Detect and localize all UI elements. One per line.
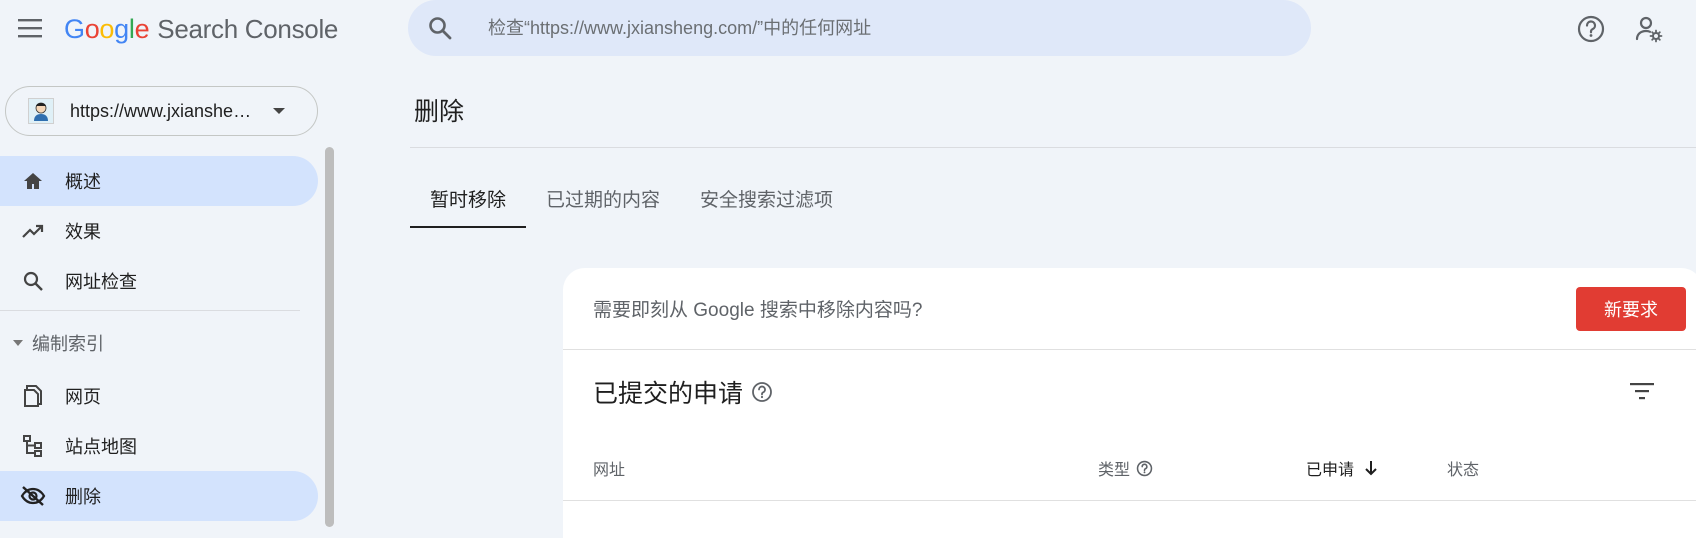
filter-button[interactable]: [1623, 372, 1661, 410]
sidebar-item-url-inspection[interactable]: 网址检查: [0, 256, 318, 306]
new-request-banner: 需要即刻从 Google 搜索中移除内容吗? 新要求: [563, 268, 1696, 350]
property-url: https://www.jxiansheng.com/: [70, 100, 260, 121]
removal-tabs: 暂时移除 已过期的内容 安全搜索过滤项: [410, 168, 853, 228]
product-name: Search Console: [157, 13, 339, 44]
sitemap-icon: [17, 430, 49, 462]
sidebar-item-pages[interactable]: 网页: [0, 371, 318, 421]
title-divider: [410, 147, 1696, 148]
google-search-console-logo[interactable]: Google Search Console: [64, 10, 338, 48]
sidebar-divider: [0, 310, 300, 311]
top-bar: Google Search Console: [0, 0, 1696, 58]
caret-down-icon: [12, 339, 24, 347]
logo-letter: G: [64, 13, 85, 44]
sidebar-item-performance[interactable]: 效果: [0, 206, 318, 256]
help-icon[interactable]: [751, 381, 773, 403]
sidebar-item-sitemaps[interactable]: 站点地图: [0, 421, 318, 471]
tab-outdated-content[interactable]: 已过期的内容: [526, 168, 680, 228]
menu-icon: [18, 19, 42, 38]
menu-button[interactable]: [14, 14, 46, 42]
sidebar-item-label: 站点地图: [65, 437, 137, 457]
tab-safesearch-filtering[interactable]: 安全搜索过滤项: [680, 168, 853, 228]
sidebar-item-label: 网页: [65, 387, 101, 407]
new-request-button[interactable]: 新要求: [1576, 287, 1686, 331]
search-icon[interactable]: [412, 0, 468, 56]
column-label: 类型: [1098, 462, 1131, 479]
column-label: 网址: [593, 462, 626, 479]
site-favicon: [28, 98, 54, 124]
sidebar-item-label: 删除: [65, 487, 101, 507]
visibility-off-icon: [17, 480, 49, 512]
submitted-requests-title: 已提交的申请: [593, 380, 744, 408]
logo-letter: o: [99, 13, 115, 44]
column-header-status[interactable]: 状态: [1447, 456, 1479, 480]
column-label: 状态: [1447, 462, 1480, 479]
trending-up-icon: [17, 215, 49, 247]
requests-card: 需要即刻从 Google 搜索中移除内容吗? 新要求 已提交的申请 网址 类型 …: [563, 268, 1696, 538]
manage-users-button[interactable]: [1630, 10, 1668, 48]
column-header-requested[interactable]: 已申请: [1306, 456, 1378, 480]
sidebar-nav: 概述 效果 网址检查 编制索引 网页 站点地图 删除: [0, 156, 318, 521]
logo-letter: o: [84, 13, 100, 44]
sidebar-item-label: 网址检查: [65, 272, 137, 292]
column-header-url[interactable]: 网址: [593, 456, 625, 480]
tab-temporary-removals[interactable]: 暂时移除: [410, 168, 527, 228]
sidebar-item-label: 效果: [65, 222, 101, 242]
help-icon: [1577, 15, 1605, 43]
sidebar-item-overview[interactable]: 概述: [0, 156, 318, 206]
table-header-divider: [563, 500, 1696, 501]
help-button[interactable]: [1572, 10, 1610, 48]
page-title: 删除: [414, 98, 465, 126]
sidebar-item-removals[interactable]: 删除: [0, 471, 318, 521]
filter-icon: [1630, 383, 1654, 400]
dropdown-arrow-icon: [273, 108, 285, 114]
sort-descending-icon: [1365, 461, 1377, 476]
sidebar-item-label: 概述: [65, 172, 101, 192]
person-settings-icon: [1635, 16, 1663, 43]
sidebar-section-label: 编制索引: [32, 334, 104, 354]
sidebar-scrollbar[interactable]: [325, 147, 334, 527]
column-label: 已申请: [1306, 462, 1355, 479]
column-header-type[interactable]: 类型: [1098, 456, 1153, 480]
home-icon: [17, 165, 49, 197]
submitted-requests-heading: 已提交的申请: [593, 374, 773, 410]
search-input[interactable]: [488, 17, 1268, 39]
logo-letter: g: [114, 13, 129, 44]
pages-icon: [17, 380, 49, 412]
sidebar-section-indexing[interactable]: 编制索引: [0, 315, 318, 371]
logo-letter: e: [134, 13, 150, 44]
help-icon[interactable]: [1136, 460, 1153, 477]
property-selector[interactable]: https://www.jxiansheng.com/: [5, 86, 318, 136]
search-icon: [17, 265, 49, 297]
new-request-prompt: 需要即刻从 Google 搜索中移除内容吗?: [593, 300, 923, 321]
url-inspect-search[interactable]: [408, 0, 1311, 56]
